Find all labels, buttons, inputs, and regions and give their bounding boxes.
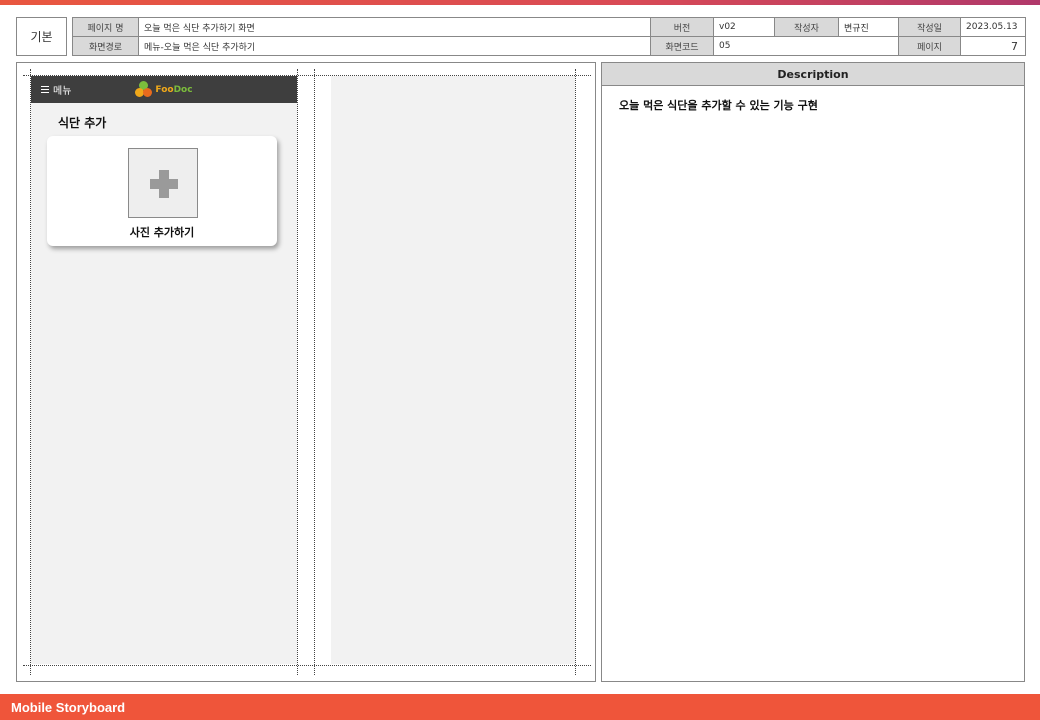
app-bar: 메뉴 FooDoc <box>31 76 297 103</box>
date-value: 2023.05.13 <box>960 17 1026 37</box>
app-logo: FooDoc <box>135 81 193 98</box>
guide-line <box>575 69 576 675</box>
screen-path-value: 메뉴-오늘 먹은 식단 추가하기 <box>138 36 651 56</box>
page-label: 페이지 <box>898 36 961 56</box>
description-text: 오늘 먹은 식단을 추가할 수 있는 기능 구현 <box>619 99 818 112</box>
wireframe-panel: 메뉴 FooDoc 식단 추가 사진 추가하기 <box>16 62 596 682</box>
guide-line <box>314 69 315 675</box>
hamburger-icon <box>41 86 49 93</box>
doc-kind-badge: 기본 <box>16 17 67 56</box>
author-label: 작성자 <box>774 17 839 37</box>
footer-label: Mobile Storyboard <box>11 699 126 715</box>
brand-name: FooDoc <box>155 84 193 95</box>
screen-path-label: 화면경로 <box>72 36 139 56</box>
footer-bar: Mobile Storyboard <box>0 694 1040 720</box>
page-number-value: 7 <box>960 36 1026 56</box>
screen-code-value: 05 <box>713 36 899 56</box>
screen-code-label: 화면코드 <box>650 36 714 56</box>
menu-button[interactable]: 메뉴 <box>41 82 71 97</box>
description-panel: Description 오늘 먹은 식단을 추가할 수 있는 기능 구현 <box>601 62 1025 682</box>
plus-icon <box>150 179 178 189</box>
guide-line <box>297 69 298 675</box>
add-photo-card: 사진 추가하기 <box>47 136 277 246</box>
document-meta-table: 페이지 명 오늘 먹은 식단 추가하기 화면 버전 v02 작성자 변규진 작성… <box>72 17 1026 56</box>
page-name-label: 페이지 명 <box>72 17 139 37</box>
add-photo-label: 사진 추가하기 <box>129 226 195 239</box>
version-value: v02 <box>713 17 775 37</box>
mobile-screen-add-meal: 메뉴 FooDoc 식단 추가 사진 추가하기 <box>31 76 297 664</box>
doc-kind-label: 기본 <box>30 30 53 44</box>
version-label: 버전 <box>650 17 714 37</box>
author-value: 변규진 <box>838 17 899 37</box>
menu-label: 메뉴 <box>53 86 72 97</box>
section-title: 식단 추가 <box>58 116 107 130</box>
add-photo-button[interactable] <box>128 148 198 218</box>
guide-line <box>23 665 591 666</box>
top-accent-bar <box>0 0 1040 5</box>
fruit-logo-icon <box>135 81 153 98</box>
date-label: 작성일 <box>898 17 961 37</box>
page-name-value: 오늘 먹은 식단 추가하기 화면 <box>138 17 651 37</box>
mobile-screen-blank <box>331 76 575 664</box>
description-header: Description <box>602 63 1024 86</box>
